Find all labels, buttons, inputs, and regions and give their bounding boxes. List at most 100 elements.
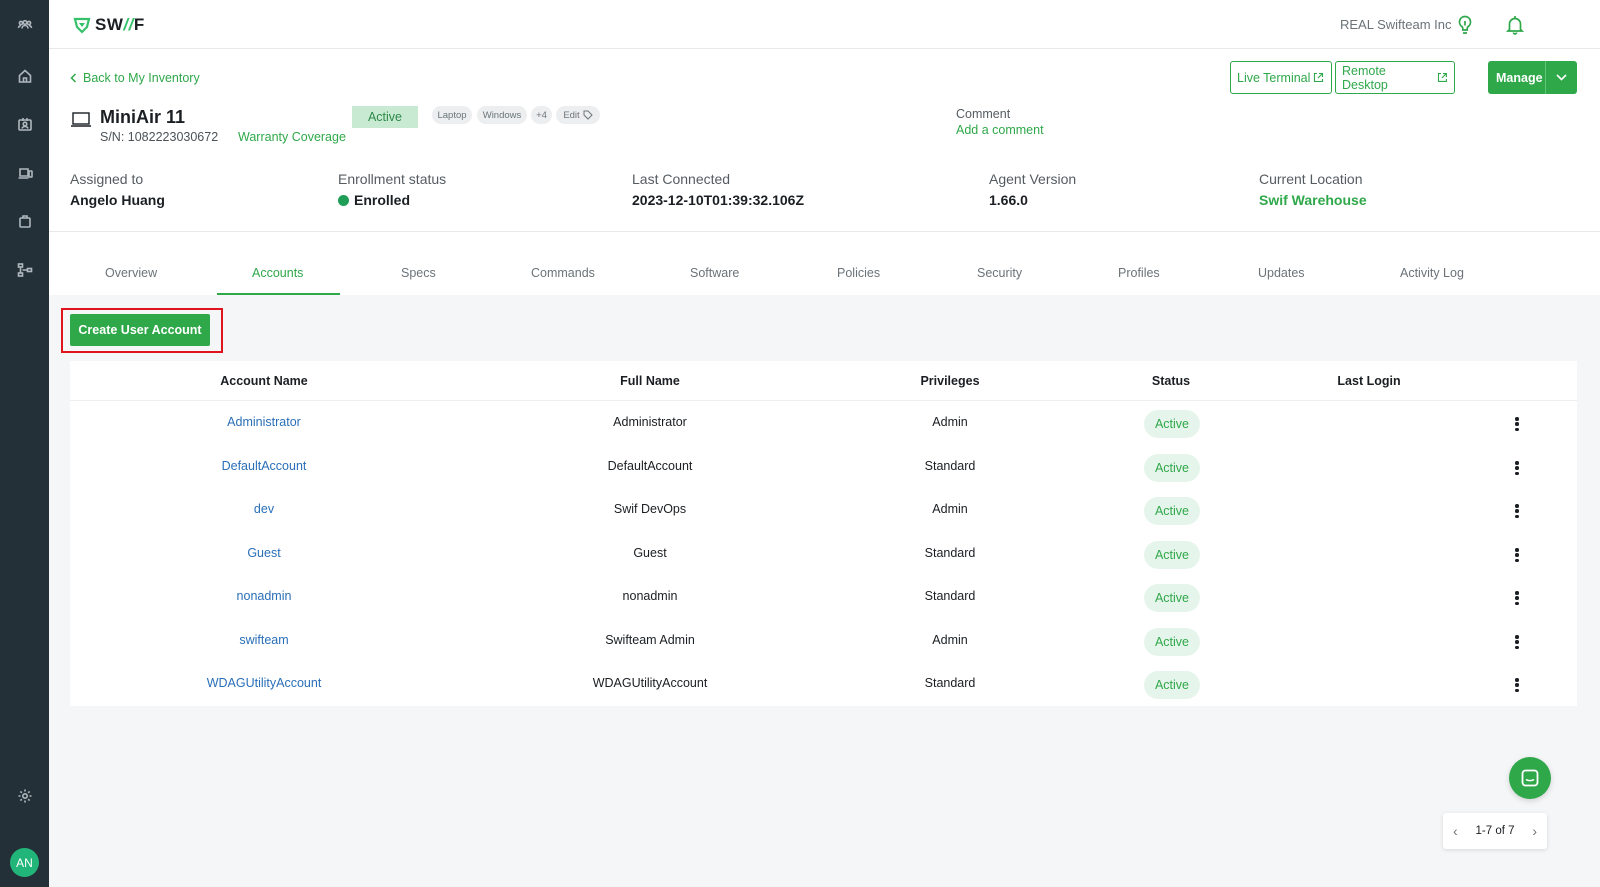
privileges-cell: Admin: [932, 415, 968, 429]
row-menu-icon[interactable]: [1509, 546, 1525, 564]
status-badge: Active: [1144, 497, 1200, 525]
apps-icon[interactable]: [14, 210, 36, 232]
row-menu-icon[interactable]: [1509, 459, 1525, 477]
tab-profiles[interactable]: Profiles: [1118, 266, 1160, 280]
highlight-annotation: [61, 308, 223, 353]
pagination-label: 1-7 of 7: [1475, 825, 1515, 837]
users-icon[interactable]: [14, 113, 36, 135]
privileges-cell: Standard: [924, 546, 976, 560]
current-location-label: Current Location: [1259, 171, 1363, 187]
privileges-cell: Admin: [932, 633, 968, 647]
tag-laptop: Laptop: [432, 106, 472, 124]
table-row: WDAGUtilityAccount WDAGUtilityAccount St…: [70, 663, 1577, 706]
account-name-link[interactable]: Administrator: [227, 415, 301, 429]
table-row: Guest Guest Standard Active: [70, 533, 1577, 576]
pagination: ‹ 1-7 of 7 ›: [1443, 813, 1547, 849]
last-connected-label: Last Connected: [632, 171, 731, 187]
devices-icon[interactable]: [14, 162, 36, 184]
column-header-privileges[interactable]: Privileges: [920, 374, 979, 388]
row-menu-icon[interactable]: [1509, 589, 1525, 607]
account-name-link[interactable]: Guest: [247, 546, 280, 560]
agent-version-label: Agent Version: [989, 171, 1077, 187]
tag-icon: [583, 110, 593, 120]
full-name-cell: Swif DevOps: [613, 502, 687, 516]
lightbulb-icon[interactable]: [1455, 14, 1475, 36]
home-icon[interactable]: [14, 65, 36, 87]
last-connected-value: 2023-12-10T01:39:32.106Z: [632, 192, 805, 208]
next-page-icon[interactable]: ›: [1532, 823, 1537, 839]
privileges-cell: Admin: [932, 502, 968, 516]
privileges-cell: Standard: [924, 589, 976, 603]
tab-activity-log[interactable]: Activity Log: [1400, 266, 1464, 280]
current-location-link[interactable]: Swif Warehouse: [1259, 192, 1367, 208]
tab-accounts[interactable]: Accounts: [252, 266, 303, 280]
warranty-coverage-link[interactable]: Warranty Coverage: [238, 130, 346, 144]
back-to-inventory-link[interactable]: Back to My Inventory: [70, 71, 200, 85]
enrollment-status-label: Enrollment status: [338, 171, 447, 187]
full-name-cell: nonadmin: [622, 589, 678, 603]
tab-overview[interactable]: Overview: [105, 266, 157, 280]
tag-windows: Windows: [477, 106, 527, 124]
remote-desktop-label: Remote Desktop: [1342, 63, 1388, 92]
tab-policies[interactable]: Policies: [837, 266, 880, 280]
table-row: nonadmin nonadmin Standard Active: [70, 576, 1577, 619]
status-badge: Active: [1144, 541, 1200, 569]
laptop-icon: [70, 111, 92, 129]
tab-specs[interactable]: Specs: [401, 266, 436, 280]
back-link-label: Back to My Inventory: [83, 71, 200, 85]
workflow-icon[interactable]: [14, 259, 36, 281]
full-name-cell: WDAGUtilityAccount: [592, 676, 708, 690]
live-terminal-label: Live Terminal: [1237, 70, 1311, 85]
full-name-cell: Swifteam Admin: [605, 633, 695, 647]
tab-software[interactable]: Software: [690, 266, 739, 280]
tab-updates[interactable]: Updates: [1258, 266, 1305, 280]
team-icon[interactable]: [14, 14, 36, 36]
remote-desktop-button[interactable]: Remote Desktop: [1335, 61, 1455, 94]
column-header-account-name[interactable]: Account Name: [220, 374, 308, 388]
column-header-last-login[interactable]: Last Login: [1337, 374, 1400, 388]
account-name-link[interactable]: swifteam: [239, 633, 288, 647]
chat-icon: [1521, 769, 1539, 787]
tab-commands[interactable]: Commands: [531, 266, 595, 280]
account-name-link[interactable]: dev: [254, 502, 274, 516]
column-header-full-name[interactable]: Full Name: [620, 374, 680, 388]
comment-label: Comment: [956, 107, 1011, 121]
device-name: MiniAir 11: [100, 107, 186, 127]
top-bar: SW//F REAL Swifteam Inc: [49, 0, 1600, 49]
enrollment-status-value: Enrolled: [338, 192, 410, 208]
logo[interactable]: SW//F: [73, 15, 145, 35]
agent-version-value: 1.66.0: [989, 192, 1028, 208]
edit-tags-button[interactable]: Edit: [556, 106, 600, 124]
add-comment-link[interactable]: Add a comment: [956, 123, 1044, 137]
row-menu-icon[interactable]: [1509, 676, 1525, 694]
status-badge: Active: [1144, 671, 1200, 699]
previous-page-icon[interactable]: ‹: [1453, 823, 1458, 839]
assigned-to-label: Assigned to: [70, 171, 144, 187]
table-row: swifteam Swifteam Admin Admin Active: [70, 620, 1577, 663]
chevron-down-icon[interactable]: [1545, 61, 1577, 94]
full-name-cell: DefaultAccount: [607, 459, 693, 473]
account-name-link[interactable]: nonadmin: [237, 589, 292, 603]
assigned-to-value: Angelo Huang: [70, 192, 165, 208]
serial-number: S/N: 1082223030672: [100, 130, 219, 144]
avatar[interactable]: AN: [10, 848, 39, 877]
row-menu-icon[interactable]: [1509, 633, 1525, 651]
row-menu-icon[interactable]: [1509, 415, 1525, 433]
account-name-link[interactable]: DefaultAccount: [222, 459, 307, 473]
account-name-link[interactable]: WDAGUtilityAccount: [207, 676, 322, 690]
device-status-badge: Active: [352, 106, 418, 128]
shield-logo-icon: [73, 17, 91, 34]
chat-support-button[interactable]: [1509, 757, 1551, 799]
tag-more[interactable]: +4: [531, 106, 552, 124]
status-badge: Active: [1144, 628, 1200, 656]
manage-button[interactable]: Manage: [1488, 61, 1577, 94]
tab-security[interactable]: Security: [977, 266, 1022, 280]
org-name[interactable]: REAL Swifteam Inc: [1340, 17, 1452, 32]
gear-icon[interactable]: [14, 785, 36, 807]
column-header-status[interactable]: Status: [1152, 374, 1190, 388]
bell-icon[interactable]: [1505, 14, 1525, 36]
live-terminal-button[interactable]: Live Terminal: [1230, 61, 1332, 94]
row-menu-icon[interactable]: [1509, 502, 1525, 520]
status-badge: Active: [1144, 584, 1200, 612]
manage-label: Manage: [1496, 70, 1543, 85]
